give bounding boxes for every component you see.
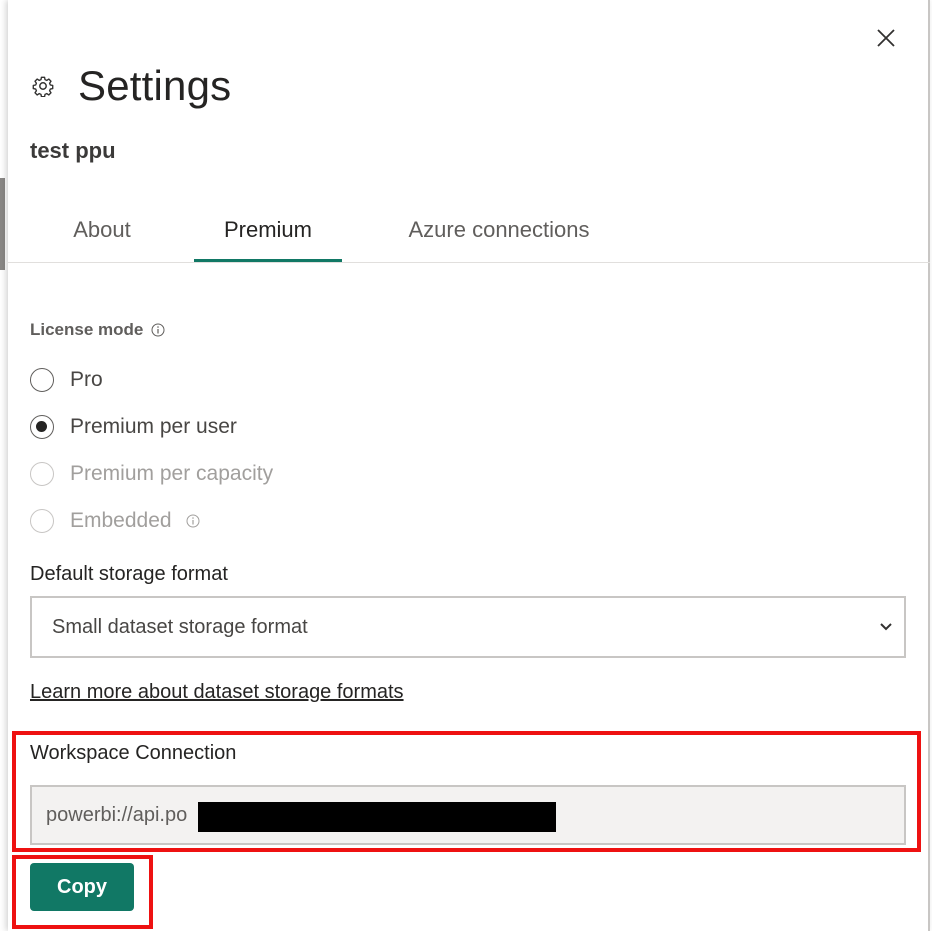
chevron-down-icon bbox=[880, 623, 892, 631]
tab-bar: About Premium Azure connections bbox=[8, 200, 930, 263]
info-icon[interactable] bbox=[151, 323, 165, 337]
close-icon bbox=[877, 29, 895, 47]
panel-border bbox=[928, 0, 930, 931]
background-scrollbar bbox=[0, 178, 5, 270]
radio-embedded: Embedded bbox=[30, 509, 200, 533]
close-button[interactable] bbox=[872, 24, 900, 52]
settings-panel: Settings test ppu About Premium Azure co… bbox=[8, 0, 930, 931]
radio-button-disabled bbox=[30, 462, 54, 486]
panel-header: Settings bbox=[30, 62, 231, 110]
radio-label: Pro bbox=[70, 368, 103, 391]
storage-format-dropdown[interactable]: Small dataset storage format bbox=[30, 596, 906, 658]
gear-icon bbox=[30, 73, 56, 99]
tab-premium[interactable]: Premium bbox=[194, 200, 342, 262]
tab-azure-connections[interactable]: Azure connections bbox=[394, 200, 604, 260]
tab-label: About bbox=[73, 217, 131, 242]
background-fragment bbox=[0, 140, 4, 150]
radio-label: Embedded bbox=[70, 509, 172, 532]
page-title: Settings bbox=[78, 62, 232, 109]
background-page bbox=[0, 0, 8, 931]
highlight-box-connection bbox=[12, 731, 921, 852]
license-mode-label: License mode bbox=[30, 320, 165, 340]
radio-premium-per-user[interactable]: Premium per user bbox=[30, 415, 237, 439]
highlight-box-copy bbox=[12, 855, 153, 929]
radio-label: Premium per capacity bbox=[70, 462, 274, 485]
radio-button[interactable] bbox=[30, 368, 54, 392]
license-mode-text: License mode bbox=[30, 320, 144, 339]
storage-format-label: Default storage format bbox=[30, 563, 228, 585]
radio-premium-per-capacity: Premium per capacity bbox=[30, 462, 273, 486]
dropdown-value: Small dataset storage format bbox=[52, 615, 308, 638]
radio-button-checked[interactable] bbox=[30, 415, 54, 439]
info-icon[interactable] bbox=[186, 514, 200, 528]
radio-button-disabled bbox=[30, 509, 54, 533]
tab-label: Azure connections bbox=[408, 217, 590, 242]
learn-more-link[interactable]: Learn more about dataset storage formats bbox=[30, 681, 404, 704]
tab-about[interactable]: About bbox=[52, 200, 152, 260]
workspace-name: test ppu bbox=[30, 138, 116, 163]
radio-label: Premium per user bbox=[70, 415, 237, 438]
radio-pro[interactable]: Pro bbox=[30, 368, 103, 392]
tab-label: Premium bbox=[223, 217, 312, 242]
